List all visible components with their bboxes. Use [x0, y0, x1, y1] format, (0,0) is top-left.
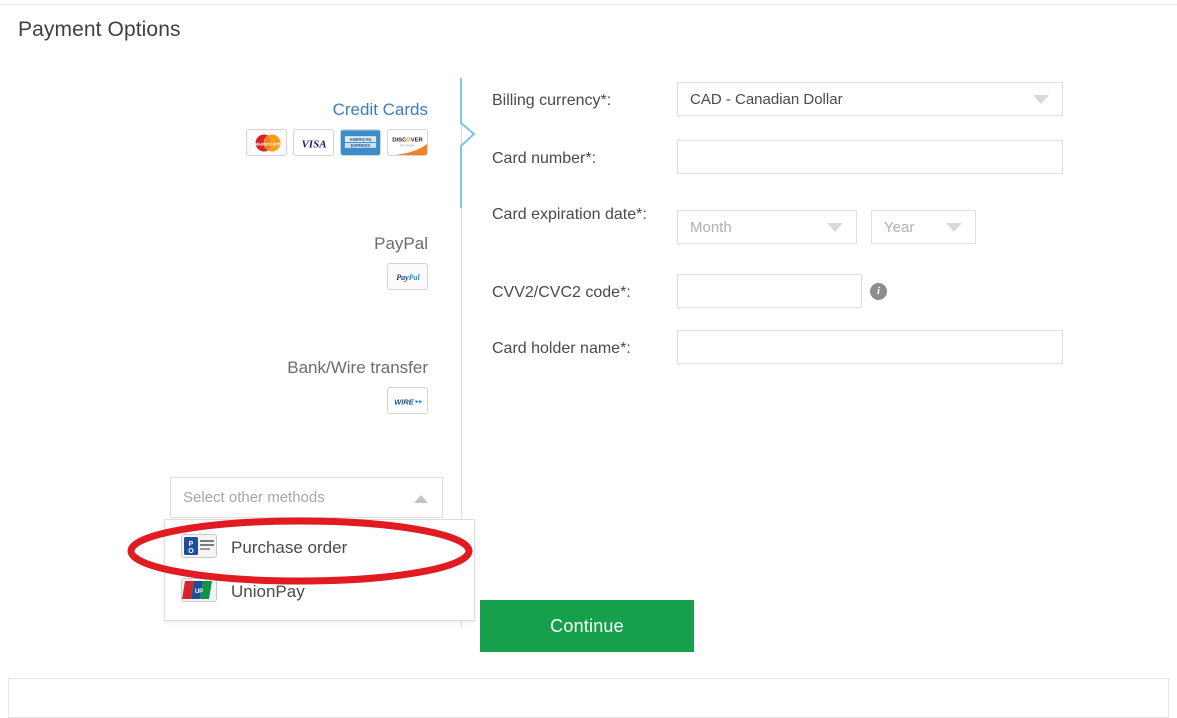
top-divider: [0, 4, 1177, 5]
menu-item-label: UnionPay: [231, 582, 305, 601]
field-label-card-number: Card number*:: [492, 150, 597, 167]
svg-text:VISA: VISA: [301, 138, 326, 150]
svg-text:NETWORK: NETWORK: [400, 143, 415, 147]
payment-method-label: Bank/Wire transfer: [287, 358, 428, 377]
svg-text:AMERICAN: AMERICAN: [350, 137, 372, 142]
svg-text:P: P: [189, 541, 194, 548]
payment-method-bank-wire[interactable]: Bank/Wire transfer WIRE ▸▸: [8, 358, 428, 414]
amex-logo: AMERICAN EXPRESS: [340, 129, 381, 156]
mastercard-logo: MasterCard: [246, 129, 287, 156]
svg-text:UP: UP: [195, 589, 203, 595]
svg-text:EXPRESS: EXPRESS: [351, 142, 371, 147]
card-holder-name-input[interactable]: [677, 330, 1063, 364]
visa-logo: VISA: [293, 129, 334, 156]
expiration-year-select[interactable]: Year: [871, 210, 976, 244]
chevron-down-icon: [946, 223, 962, 232]
svg-text:PayPal: PayPal: [396, 273, 420, 282]
credit-card-logo-group: MasterCard VISA AMERICAN EXPRESS DISCOVE…: [8, 129, 428, 156]
field-label-card-holder-name: Card holder name*:: [492, 340, 631, 357]
continue-button[interactable]: Continue: [480, 600, 694, 652]
paypal-logo-group: PayPal: [8, 263, 428, 290]
wire-logo-group: WIRE ▸▸: [8, 387, 428, 414]
payment-form-pane: Billing currency*: CAD - Canadian Dollar…: [470, 78, 1170, 638]
expiration-year-value: Year: [884, 218, 915, 236]
chevron-down-icon: [1033, 95, 1049, 104]
cvv2-code-input[interactable]: [677, 274, 862, 308]
other-methods-dropdown-menu[interactable]: P O Purchase order UP UnionPay: [164, 519, 475, 621]
expiration-month-value: Month: [690, 218, 732, 236]
menu-item-purchase-order[interactable]: P O Purchase order: [165, 526, 474, 570]
bottom-panel: [8, 678, 1169, 718]
other-methods-placeholder: Select other methods: [183, 489, 325, 506]
billing-currency-select[interactable]: CAD - Canadian Dollar: [677, 82, 1063, 116]
field-label-billing-currency: Billing currency*:: [492, 92, 612, 109]
chevron-down-icon: [827, 223, 843, 232]
billing-currency-value: CAD - Canadian Dollar: [690, 90, 843, 108]
svg-text:O: O: [188, 548, 194, 555]
wire-logo: WIRE ▸▸: [387, 387, 428, 414]
other-methods-select[interactable]: Select other methods: [170, 477, 443, 518]
unionpay-icon: UP: [181, 577, 217, 607]
info-icon[interactable]: i: [870, 283, 887, 300]
discover-logo: DISCOVER NETWORK: [387, 129, 428, 156]
payment-method-label: Credit Cards: [332, 100, 428, 119]
menu-item-label: Purchase order: [231, 538, 348, 557]
payment-method-credit-cards[interactable]: Credit Cards MasterCard VISA AMERICAN EX…: [8, 100, 428, 156]
svg-text:WIRE: WIRE: [394, 397, 415, 406]
card-number-input[interactable]: [677, 140, 1063, 174]
chevron-up-icon: [414, 495, 428, 503]
purchase-order-icon: P O: [181, 533, 217, 563]
field-label-cvv2-code: CVV2/CVC2 code*:: [492, 284, 631, 301]
svg-text:▸▸: ▸▸: [415, 398, 423, 405]
paypal-logo: PayPal: [387, 263, 428, 290]
field-label-card-expiration-date: Card expiration date*:: [492, 206, 647, 223]
expiration-month-select[interactable]: Month: [677, 210, 857, 244]
menu-item-unionpay[interactable]: UP UnionPay: [165, 570, 474, 614]
page-title: Payment Options: [18, 18, 181, 41]
payment-method-label: PayPal: [374, 234, 428, 253]
payment-method-paypal[interactable]: PayPal PayPal: [8, 234, 428, 290]
svg-text:MasterCard: MasterCard: [254, 141, 279, 146]
